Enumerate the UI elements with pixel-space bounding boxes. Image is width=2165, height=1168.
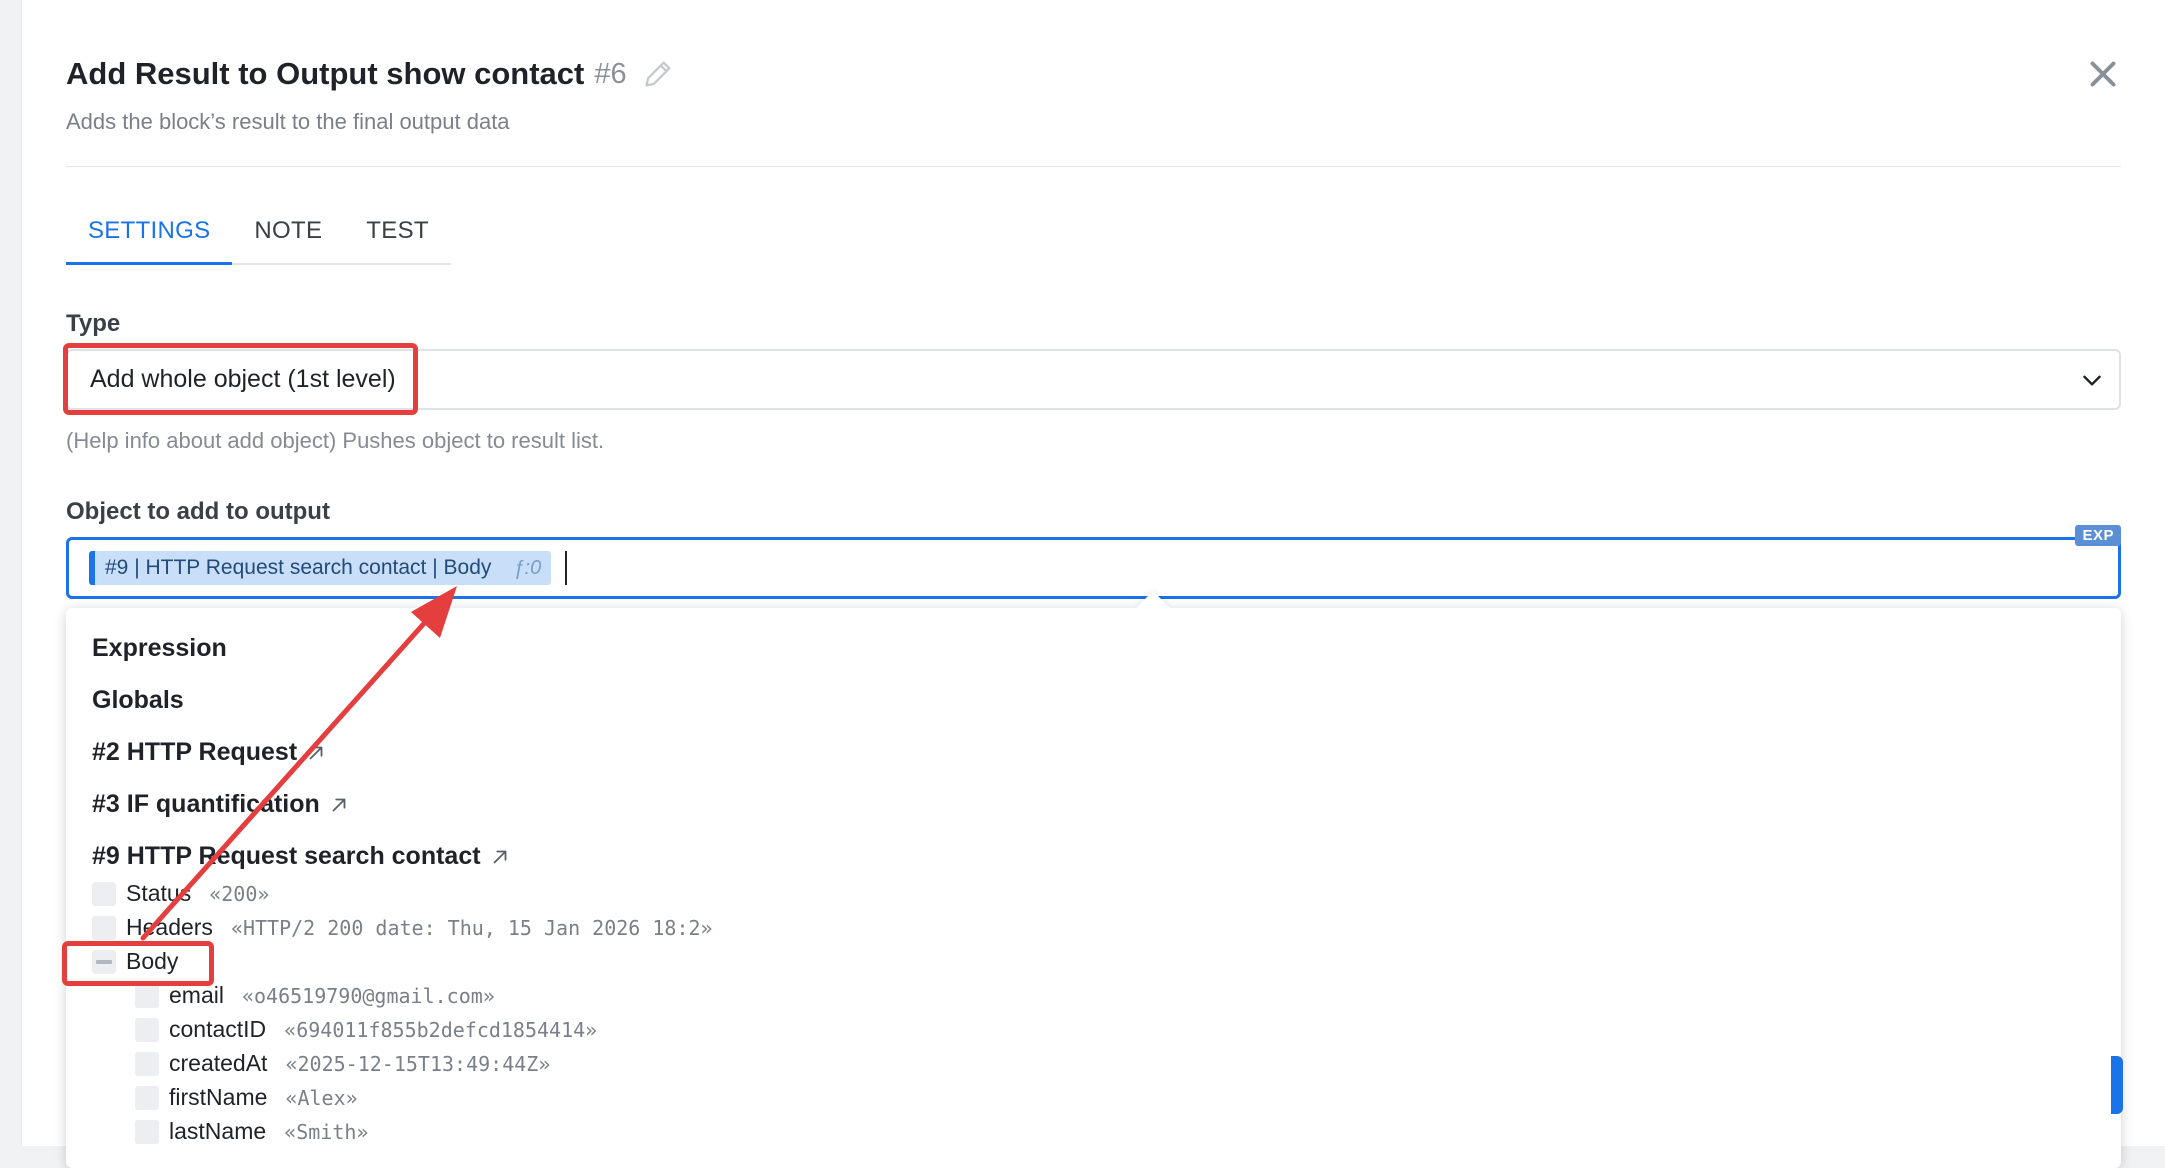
picker-section-block-3[interactable]: #3 IF quantification: [92, 790, 350, 819]
tree-value: «Smith»: [284, 1119, 369, 1144]
object-expression-input[interactable]: #9 | HTTP Request search contact | Body …: [66, 537, 2121, 599]
tree-value: «o46519790@gmail.com»: [241, 983, 495, 1008]
tree-key: Status: [126, 880, 192, 906]
expression-chip-label: #9 | HTTP Request search contact | Body: [105, 556, 492, 579]
row-checkbox-collapse[interactable]: [92, 949, 116, 974]
tree-row-email[interactable]: email «o46519790@gmail.com»: [135, 982, 495, 1009]
tree-value: «200»: [209, 881, 270, 906]
tab-settings[interactable]: SETTINGS: [66, 205, 233, 265]
external-link-icon[interactable]: [305, 742, 327, 764]
row-checkbox[interactable]: [135, 1085, 159, 1110]
row-checkbox[interactable]: [92, 915, 116, 940]
tree-key: Body: [126, 948, 179, 974]
tree-key: email: [169, 982, 224, 1008]
title-row: Add Result to Output show contact #6: [66, 54, 675, 94]
section-label: #3 IF quantification: [92, 790, 320, 818]
section-label: Expression: [92, 634, 227, 662]
pencil-icon[interactable]: [641, 57, 675, 91]
type-select[interactable]: Add whole object (1st level): [66, 349, 2121, 410]
tree-key: Headers: [126, 914, 213, 940]
type-select-value: Add whole object (1st level): [90, 365, 396, 393]
external-link-icon[interactable]: [489, 846, 511, 868]
save-button-edge[interactable]: [2111, 1056, 2123, 1114]
picker-section-block-9[interactable]: #9 HTTP Request search contact: [92, 842, 511, 871]
block-number: #6: [594, 57, 627, 90]
page-subtitle: Adds the block’s result to the final out…: [66, 109, 510, 134]
expression-chip-fx: ƒ:0: [513, 556, 542, 579]
tree-key: firstName: [169, 1084, 268, 1110]
row-checkbox[interactable]: [135, 983, 159, 1008]
section-label: #2 HTTP Request: [92, 738, 298, 766]
row-checkbox[interactable]: [135, 1017, 159, 1042]
tree-key: contactID: [169, 1016, 267, 1042]
tree-row-lastname[interactable]: lastName «Smith»: [135, 1118, 368, 1145]
picker-section-globals[interactable]: Globals: [92, 686, 184, 715]
section-label: #9 HTTP Request search contact: [92, 842, 481, 870]
picker-section-expression[interactable]: Expression: [92, 634, 227, 663]
tree-row-contactid[interactable]: contactID «694011f855b2defcd1854414»: [135, 1016, 597, 1043]
page-title: Add Result to Output show contact: [66, 56, 585, 91]
row-checkbox[interactable]: [92, 881, 116, 906]
tab-bar: SETTINGS NOTE TEST: [66, 205, 451, 265]
tree-row-body[interactable]: Body: [92, 948, 178, 975]
tree-row-firstname[interactable]: firstName «Alex»: [135, 1084, 358, 1111]
tree-key: lastName: [169, 1118, 267, 1144]
tree-value: «HTTP/2 200 date: Thu, 15 Jan 2026 18:2»: [230, 915, 713, 940]
section-label: Globals: [92, 686, 184, 714]
tree-row-createdat[interactable]: createdAt «2025-12-15T13:49:44Z»: [135, 1050, 550, 1077]
tree-value: «2025-12-15T13:49:44Z»: [285, 1051, 551, 1076]
tree-row-status[interactable]: Status «200»: [92, 880, 269, 907]
type-label: Type: [66, 310, 121, 337]
tree-row-headers[interactable]: Headers «HTTP/2 200 date: Thu, 15 Jan 20…: [92, 914, 713, 941]
expression-chip[interactable]: #9 | HTTP Request search contact | Body …: [89, 551, 552, 585]
tab-test[interactable]: TEST: [344, 205, 451, 265]
picker-section-block-2[interactable]: #2 HTTP Request: [92, 738, 327, 767]
row-checkbox[interactable]: [135, 1119, 159, 1144]
header-divider: [66, 166, 2121, 167]
type-help-text: (Help info about add object) Pushes obje…: [66, 428, 605, 453]
tab-note[interactable]: NOTE: [232, 205, 344, 265]
tree-value: «694011f855b2defcd1854414»: [284, 1017, 598, 1042]
variable-picker-dropdown: Expression Globals #2 HTTP Request #3 IF…: [66, 591, 2121, 1168]
tree-key: createdAt: [169, 1050, 268, 1076]
tree-value: «Alex»: [285, 1085, 358, 1110]
object-label: Object to add to output: [66, 498, 330, 525]
exp-badge[interactable]: EXP: [2075, 525, 2121, 546]
external-link-icon[interactable]: [328, 794, 350, 816]
text-caret: [565, 551, 568, 585]
chevron-down-icon: [2079, 367, 2105, 393]
block-settings-panel: Add Result to Output show contact #6 Add…: [21, 0, 2165, 1168]
row-checkbox[interactable]: [135, 1051, 159, 1076]
close-icon[interactable]: [2085, 56, 2121, 92]
